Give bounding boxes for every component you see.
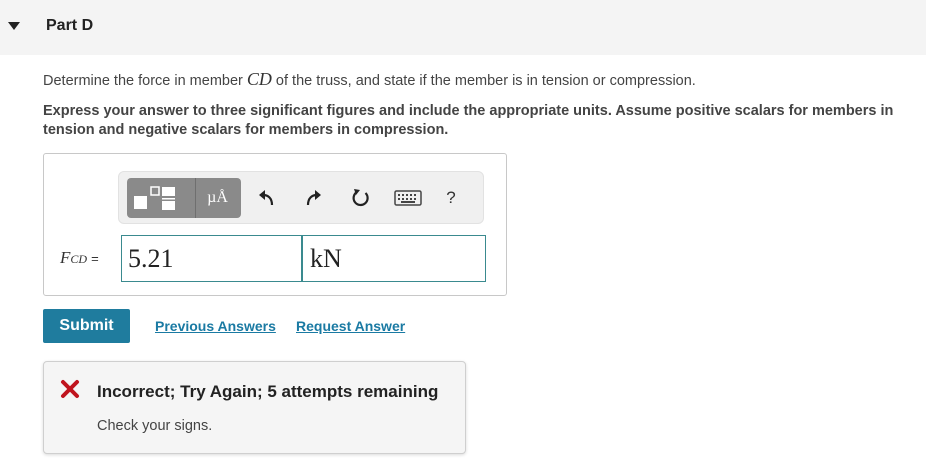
- keyboard-button[interactable]: [391, 184, 425, 212]
- answer-units-input[interactable]: kN: [302, 235, 486, 282]
- reset-icon: [352, 189, 369, 207]
- question-text: Determine the force in member CD of the …: [43, 69, 696, 90]
- redo-icon: [306, 190, 321, 206]
- units-button-label: µÅ: [207, 189, 228, 206]
- answer-variable-label: FCD =: [60, 248, 99, 268]
- help-button[interactable]: ?: [437, 184, 465, 212]
- member-name: CD: [246, 69, 272, 89]
- feedback-panel: Incorrect; Try Again; 5 attempts remaini…: [43, 361, 466, 454]
- answer-value-input[interactable]: 5.21: [121, 235, 302, 282]
- variable-subscript: CD: [70, 252, 88, 266]
- templates-icon: [134, 186, 175, 210]
- templates-button[interactable]: [127, 178, 187, 218]
- answer-box: µÅ ? FCD = 5.21 kN: [43, 153, 507, 296]
- x-mark-icon: [61, 380, 79, 398]
- question-suffix: of the truss, and state if the member is…: [271, 73, 696, 89]
- math-toolbar: µÅ ?: [118, 171, 484, 224]
- feedback-message: Check your signs.: [97, 418, 213, 434]
- answer-instructions: Express your answer to three significant…: [43, 103, 894, 138]
- request-answer-link[interactable]: Request Answer: [296, 318, 405, 334]
- part-title: Part D: [46, 17, 94, 34]
- part-header[interactable]: Part D: [0, 0, 926, 55]
- undo-button[interactable]: [253, 184, 281, 212]
- keyboard-icon: [394, 190, 422, 206]
- equals-sign: =: [91, 251, 99, 266]
- reset-button[interactable]: [347, 184, 375, 212]
- submit-button[interactable]: Submit: [43, 309, 130, 343]
- units-button[interactable]: µÅ: [195, 178, 239, 218]
- variable-symbol: F: [60, 248, 71, 267]
- feedback-title: Incorrect; Try Again; 5 attempts remaini…: [97, 382, 439, 401]
- question-prefix: Determine the force in member: [43, 73, 247, 89]
- help-icon: ?: [446, 188, 456, 207]
- redo-button[interactable]: [299, 184, 327, 212]
- undo-icon: [259, 190, 274, 206]
- previous-answers-link[interactable]: Previous Answers: [155, 318, 276, 334]
- collapse-caret-icon[interactable]: [8, 22, 20, 30]
